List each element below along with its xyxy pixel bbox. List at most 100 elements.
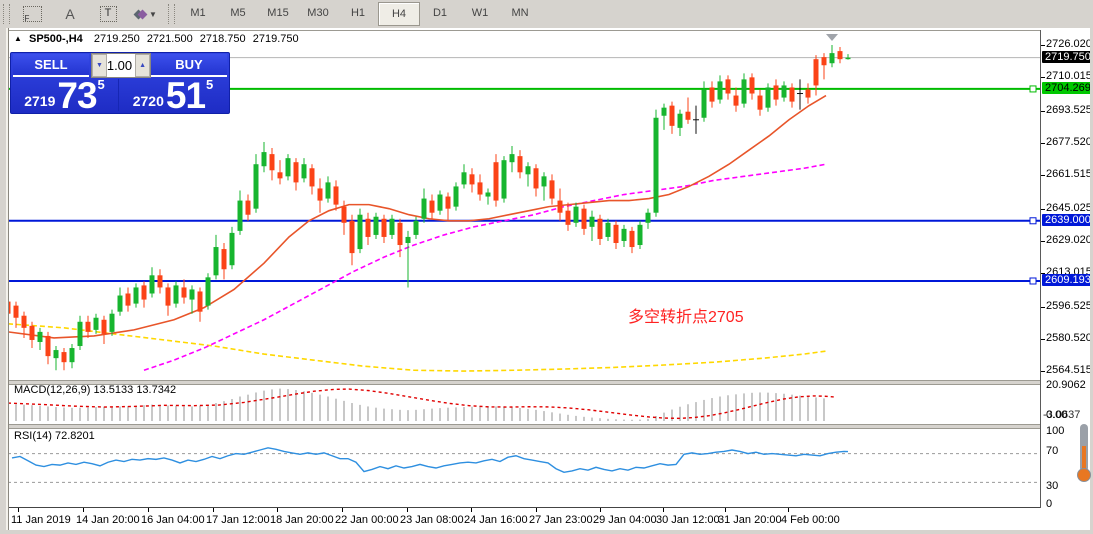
timeframe-m1-button[interactable]: M1 (178, 2, 218, 24)
date-tick (83, 508, 84, 512)
candle (838, 51, 843, 59)
candle (590, 217, 595, 227)
sell-price[interactable]: 2719735 (11, 79, 119, 111)
candle (262, 152, 267, 166)
hline-handle[interactable] (1030, 86, 1036, 92)
candle (254, 164, 259, 208)
hline-handle[interactable] (1030, 218, 1036, 224)
timeframe-mn-button[interactable]: MN (500, 2, 540, 24)
sell-button[interactable]: SELL (13, 54, 89, 77)
candle (30, 326, 35, 340)
candle (422, 199, 427, 219)
axis-tick (1041, 371, 1045, 372)
timeframe-buttons: M1M5M15M30H1H4D1W1MN (178, 2, 540, 26)
timeframe-d1-button[interactable]: D1 (420, 2, 460, 24)
axis-tick (1041, 45, 1045, 46)
candle (686, 112, 691, 120)
candle (334, 186, 339, 204)
volume-input[interactable]: 1.00 (107, 58, 135, 73)
date-axis[interactable]: 11 Jan 201914 Jan 20:0016 Jan 04:0017 Ja… (8, 509, 1093, 530)
volume-decrease-button[interactable]: ▼ (92, 54, 107, 77)
axis-tick (1041, 175, 1045, 176)
timeframe-m15-button[interactable]: M15 (258, 2, 298, 24)
candle (382, 219, 387, 237)
macd-axis-min: -3.0637 (1043, 409, 1080, 421)
macd-axis-max: 20.9062 (1046, 379, 1086, 391)
candle (374, 217, 379, 235)
candle (814, 59, 819, 85)
toolbar-drag-handle2[interactable] (168, 4, 175, 24)
candle (790, 87, 795, 101)
price-axis-label: 2629.020 (1046, 234, 1092, 246)
date-label: 23 Jan 08:00 (400, 514, 464, 526)
candle (414, 221, 419, 235)
hline-price-label[interactable]: 2704.269 (1042, 82, 1093, 94)
candle (574, 207, 579, 223)
candle (318, 188, 323, 200)
date-tick (536, 508, 537, 512)
axis-tick (1041, 241, 1045, 242)
price-axis-label: 2726.020 (1046, 38, 1092, 50)
date-tick (213, 508, 214, 512)
date-tick (600, 508, 601, 512)
candle (558, 201, 563, 213)
date-tick (788, 508, 789, 512)
timeframe-h1-button[interactable]: H1 (338, 2, 378, 24)
date-label: 22 Jan 00:00 (335, 514, 399, 526)
timeframe-w1-button[interactable]: W1 (460, 2, 500, 24)
candle (342, 207, 347, 223)
candle (614, 225, 619, 243)
candle (718, 81, 723, 99)
candle (542, 176, 547, 186)
candle (46, 336, 51, 356)
candle (166, 287, 171, 305)
timeframe-m5-button[interactable]: M5 (218, 2, 258, 24)
template-f-icon[interactable]: F (13, 3, 51, 25)
candle (726, 79, 731, 93)
toolbar-drag-handle[interactable] (3, 4, 10, 24)
chart-text-annotation[interactable]: 多空转折点2705 (628, 303, 744, 327)
candle (350, 221, 355, 253)
date-label: 14 Jan 20:00 (76, 514, 140, 526)
hline-handle[interactable] (1030, 278, 1036, 284)
candle (134, 287, 139, 303)
hline-price-label[interactable]: 2609.193 (1042, 274, 1093, 286)
hline-price-label[interactable]: 2639.000 (1042, 214, 1093, 226)
candle (478, 182, 483, 194)
buy-price[interactable]: 2720515 (119, 79, 227, 111)
volume-increase-button[interactable]: ▲ (135, 54, 150, 77)
date-label: 29 Jan 04:00 (593, 514, 657, 526)
rsi-label: RSI(14) 72.8201 (14, 430, 95, 442)
candle (78, 322, 83, 346)
candle (270, 154, 275, 170)
candle (774, 85, 779, 99)
candle (638, 225, 643, 245)
axis-tick (1041, 143, 1045, 144)
candle (278, 172, 283, 178)
current-price-label: 2719.750 (1042, 51, 1093, 63)
rsi-pane[interactable] (8, 427, 1040, 507)
timeframe-m30-button[interactable]: M30 (298, 2, 338, 24)
candle (670, 106, 675, 126)
price-axis-label: 2693.525 (1046, 104, 1092, 116)
candle (734, 96, 739, 106)
candle (246, 201, 251, 215)
candle (606, 223, 611, 237)
candle (766, 87, 771, 107)
candle (70, 348, 75, 362)
candle (830, 53, 835, 63)
candle (806, 89, 811, 97)
timeframe-h4-button[interactable]: H4 (378, 2, 420, 26)
candle (750, 77, 755, 93)
arrow-objects-icon[interactable]: ▼ (127, 3, 165, 25)
one-click-trading-panel: SELL ▼ 1.00 ▲ BUY 2719735 2720515 (10, 52, 230, 114)
candle (534, 168, 539, 188)
price-axis-label: 2677.520 (1046, 136, 1092, 148)
candle (710, 87, 715, 101)
candle (846, 58, 851, 60)
text-label-a-icon[interactable]: A (51, 3, 89, 25)
buy-button[interactable]: BUY (151, 54, 227, 77)
text-box-t-icon[interactable]: T (89, 3, 127, 25)
date-label: 18 Jan 20:00 (270, 514, 334, 526)
candle (654, 118, 659, 213)
